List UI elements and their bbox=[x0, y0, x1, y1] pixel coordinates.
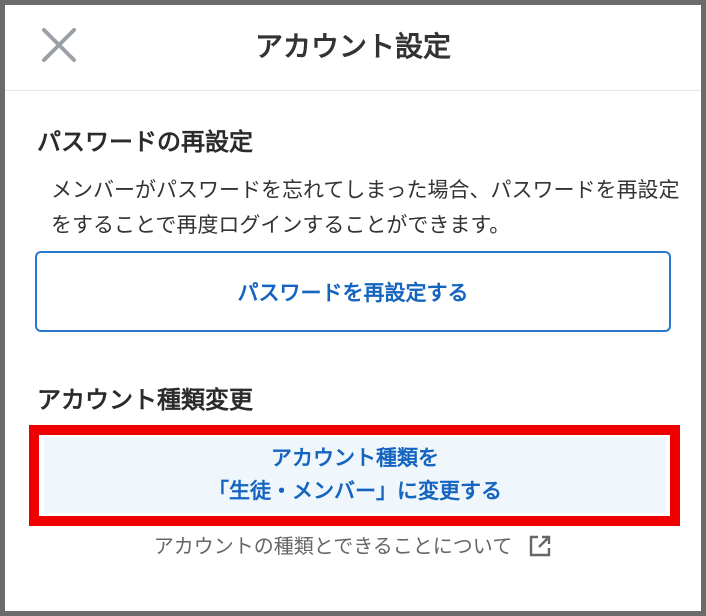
reset-password-button-label: パスワードを再設定する bbox=[237, 280, 469, 305]
account-type-info-link-label: アカウントの種類とできることについて bbox=[153, 534, 513, 558]
external-link-icon bbox=[528, 534, 552, 558]
highlight-annotation bbox=[29, 425, 680, 526]
account-type-section-heading: アカウント種類変更 bbox=[37, 386, 253, 414]
password-section-heading: パスワードの再設定 bbox=[37, 128, 253, 156]
account-type-info-link[interactable]: アカウントの種類とできることについて bbox=[5, 531, 701, 561]
header: アカウント設定 bbox=[5, 5, 701, 91]
page-title: アカウント設定 bbox=[254, 30, 451, 63]
password-section-description: メンバーがパスワードを忘れてしまった場合、パスワードを再設定をすることで再度ログ… bbox=[51, 178, 680, 237]
reset-password-button[interactable]: パスワードを再設定する bbox=[35, 251, 671, 332]
account-settings-panel: アカウント設定 パスワードの再設定 メンバーがパスワードを忘れてしまった場合、パ… bbox=[0, 0, 706, 616]
